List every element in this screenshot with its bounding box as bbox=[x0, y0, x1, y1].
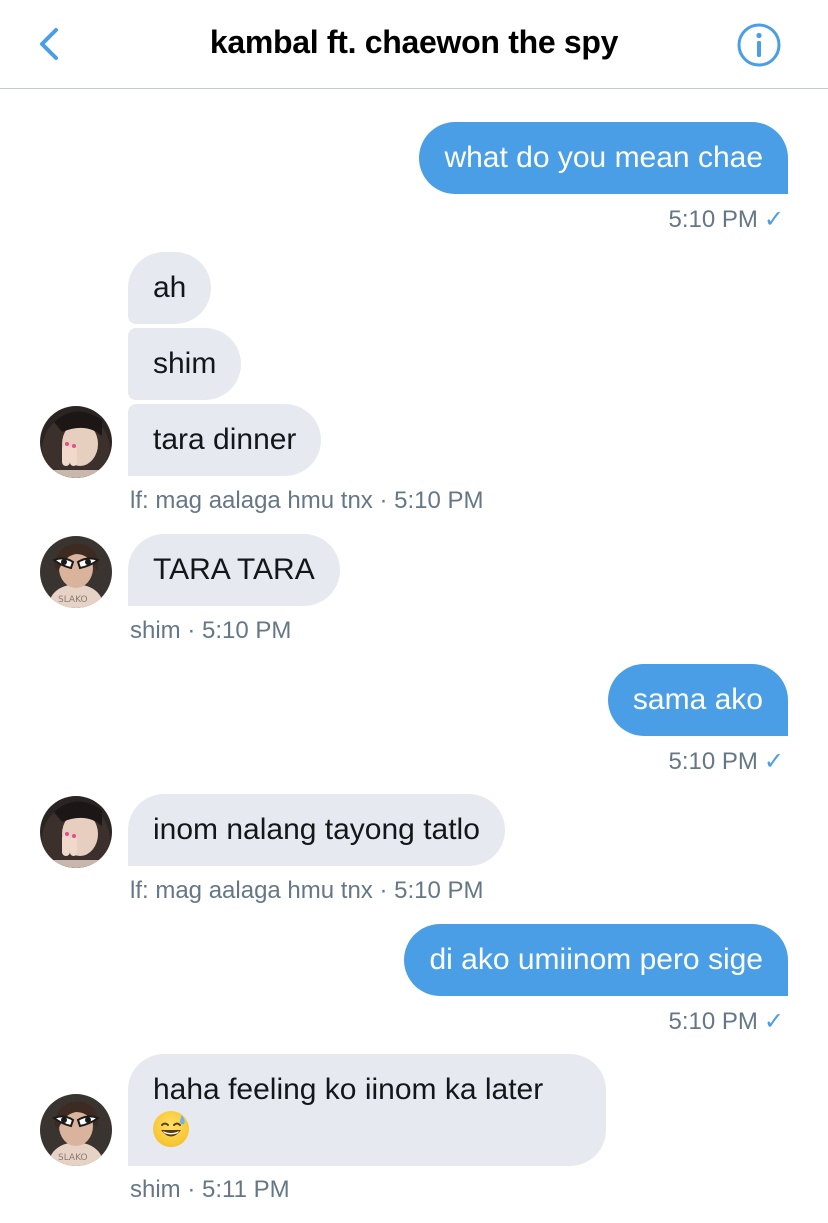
sweat-smile-emoji-icon bbox=[153, 1111, 189, 1148]
avatar-lf[interactable] bbox=[40, 796, 112, 868]
message-timestamp: 5:10 PM ✓ bbox=[669, 205, 785, 234]
svg-text:SLAKO: SLAKO bbox=[58, 595, 88, 605]
timestamp-text: 5:10 PM bbox=[668, 748, 758, 775]
avatar-shim[interactable]: SLAKO bbox=[40, 536, 112, 608]
info-icon bbox=[737, 23, 781, 67]
sender-meta: lf: mag aalaga hmu tnx · 5:10 PM bbox=[130, 877, 484, 904]
timestamp-text: 5:10 PM bbox=[668, 206, 758, 233]
info-button[interactable] bbox=[736, 22, 782, 68]
avatar-shim[interactable]: SLAKO bbox=[40, 1094, 112, 1166]
message-bubble-incoming[interactable]: inom nalang tayong tatlo bbox=[128, 794, 505, 866]
message-bubble-incoming[interactable]: haha feeling ko iinom ka later bbox=[128, 1054, 606, 1166]
message-bubble-incoming[interactable]: shim bbox=[128, 328, 242, 400]
message-text: haha feeling ko iinom ka later bbox=[153, 1073, 544, 1106]
message-timestamp: 5:10 PM ✓ bbox=[669, 1007, 785, 1036]
avatar-lf[interactable] bbox=[40, 406, 112, 478]
sender-meta: lf: mag aalaga hmu tnx · 5:10 PM bbox=[130, 487, 484, 514]
message-bubble-outgoing[interactable]: what do you mean chae bbox=[419, 122, 788, 194]
checkmark-icon: ✓ bbox=[763, 1008, 784, 1035]
svg-text:SLAKO: SLAKO bbox=[58, 1153, 88, 1163]
message-timestamp: 5:10 PM ✓ bbox=[669, 747, 785, 776]
sender-meta: shim · 5:10 PM bbox=[130, 617, 292, 644]
message-bubble-outgoing[interactable]: di ako umiinom pero sige bbox=[404, 924, 788, 996]
conversation-header: kambal ft. chaewon the spy bbox=[0, 0, 828, 89]
conversation-title: kambal ft. chaewon the spy bbox=[209, 24, 619, 60]
message-bubble-incoming[interactable]: tara dinner bbox=[128, 404, 322, 476]
message-bubble-outgoing[interactable]: sama ako bbox=[607, 664, 788, 736]
message-bubble-incoming[interactable]: TARA TARA bbox=[128, 534, 340, 606]
checkmark-icon: ✓ bbox=[763, 748, 784, 775]
checkmark-icon: ✓ bbox=[763, 206, 784, 233]
timestamp-text: 5:10 PM bbox=[668, 1008, 758, 1035]
sender-meta: shim · 5:11 PM bbox=[130, 1176, 290, 1203]
message-bubble-incoming[interactable]: ah bbox=[128, 252, 212, 324]
